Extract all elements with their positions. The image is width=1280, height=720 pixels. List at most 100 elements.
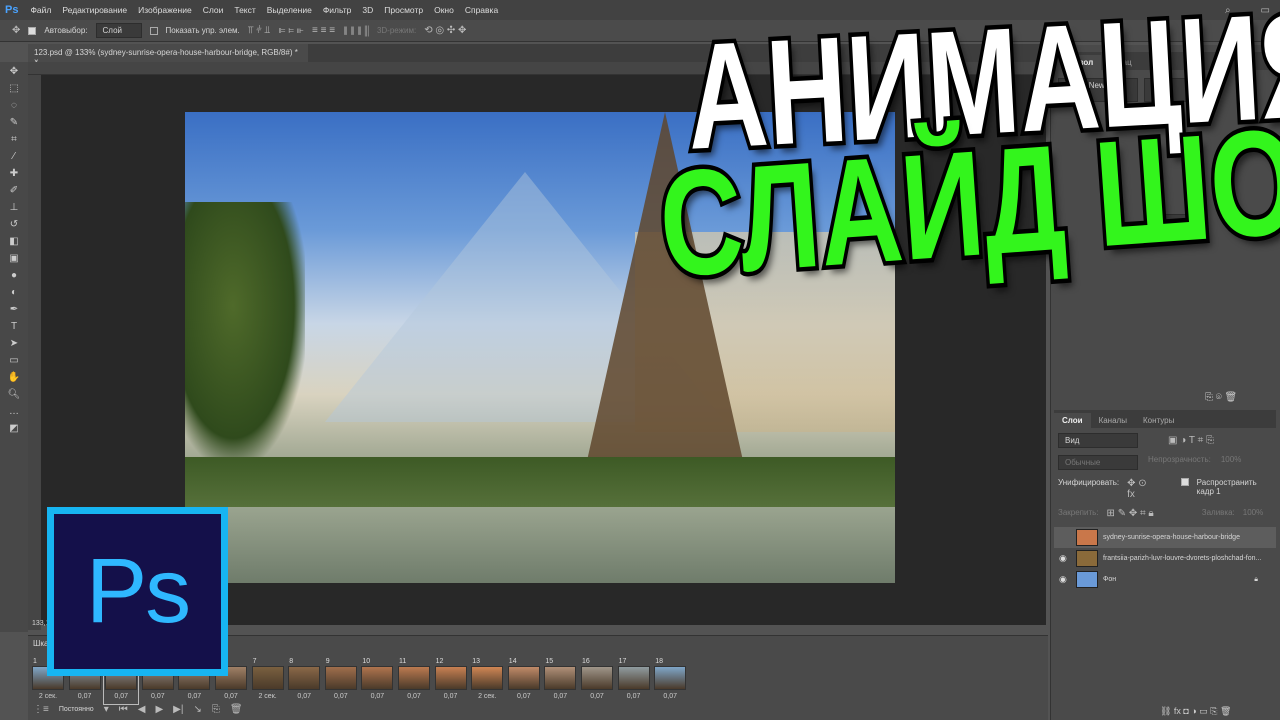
frame-delay[interactable]: 0,07 [324,693,358,700]
timeline-frame[interactable]: 9 0,07 [324,658,358,704]
path-select-icon[interactable]: ➤ [10,338,18,352]
lock-icons[interactable]: ⊞ ✎ ✥ ⌗ 🔒︎ [1107,508,1154,519]
stamp-tool-icon[interactable]: ⊥ [10,202,19,216]
marquee-tool-icon[interactable]: ⬚ [9,83,18,97]
dodge-icon[interactable]: ◐ [11,287,17,301]
frame-delay[interactable]: 0,07 [287,693,321,700]
eraser-icon[interactable]: ◧ [9,236,18,250]
timeline-frame[interactable]: 18 0,07 [653,658,687,704]
align-icons[interactable]: ⫪ ⫩ ⫫ ⊫ ⊨ ⊪ ≡ ≡ ≡ ⫴ ⫴ ⫴ ⫼ [248,25,369,36]
frame-delay[interactable]: 0,07 [580,693,614,700]
frame-delay[interactable]: 0,07 [214,693,248,700]
play-icon[interactable]: ▶ [155,704,163,715]
move-tool-icon[interactable]: ✥ [10,66,18,80]
more-tools-icon[interactable]: … [9,406,19,420]
menu-window[interactable]: Окно [434,5,454,15]
propagate-checkbox[interactable] [1181,478,1189,486]
loop-select[interactable]: Постоянно [59,706,94,713]
gradient-icon[interactable]: ▣ [9,253,18,267]
layer-filter-icons[interactable]: ▣ ◑ T ⌗ ⎘ [1168,435,1214,446]
eyedropper-icon[interactable]: ⁄ [13,151,15,165]
first-frame-icon[interactable]: ⏮ [119,704,128,715]
timeline-frame[interactable]: 10 0,07 [360,658,394,704]
frame-delay[interactable]: 0,07 [617,693,651,700]
layer-row[interactable]: ◉ Фон 🔒︎ [1054,569,1276,590]
fill-field[interactable]: 100% [1243,508,1263,519]
hand-tool-icon[interactable]: ✋ [8,372,20,386]
convert-timeline-icon[interactable]: ⋮≡ [33,704,49,715]
layer-row[interactable]: sydney-sunrise-opera-house-harbour-bridg… [1054,527,1276,548]
blur-icon[interactable]: ● [11,270,17,284]
autoselect-checkbox[interactable] [28,26,37,35]
ruler-vertical [28,75,41,630]
timeline-frame[interactable]: 11 0,07 [397,658,431,704]
shape-tool-icon[interactable]: ▭ [9,355,18,369]
history-buttons[interactable]: ⎘ ⌾ 🗑︎ [1205,392,1237,403]
crop-tool-icon[interactable]: ⌗ [11,134,17,148]
tab-channels[interactable]: Каналы [1091,413,1135,428]
tween-icon[interactable]: ↘ [193,704,201,715]
prev-frame-icon[interactable]: ◀ [138,704,146,715]
timeline-frame[interactable]: 15 0,07 [543,658,577,704]
menu-view[interactable]: Просмотр [384,5,423,15]
duplicate-frame-icon[interactable]: ⎘ [212,704,220,715]
layer-filter-select[interactable]: Вид [1058,433,1138,448]
frame-delay[interactable]: 0,07 [177,693,211,700]
type-tool-icon[interactable]: T [11,321,17,335]
frame-delay[interactable]: 0,07 [543,693,577,700]
document-tab[interactable]: 123.psd @ 133% (sydney-sunrise-opera-hou… [28,44,308,66]
layer-row[interactable]: ◉ frantsiia-parizh-luvr-louvre-dvorets-pl… [1054,548,1276,569]
opacity-field[interactable]: 100% [1221,455,1241,470]
frame-delay[interactable]: 2 сек. [470,693,504,700]
frame-delay[interactable]: 0,07 [397,693,431,700]
autoselect-dropdown[interactable]: Слой [95,23,142,38]
frame-delay[interactable]: 2 сек. [251,693,285,700]
menu-3d[interactable]: 3D [362,5,373,15]
tab-layers[interactable]: Слои [1054,413,1091,428]
menu-image[interactable]: Изображение [138,5,192,15]
menu-type[interactable]: Текст [234,5,255,15]
lasso-tool-icon[interactable]: ◌ [11,100,17,114]
frame-delay[interactable]: 0,07 [434,693,468,700]
zoom-tool-icon[interactable]: 🔍︎ [8,389,21,403]
unify-icons[interactable]: ✥ ⊙ fx [1127,478,1153,500]
history-brush-icon[interactable]: ↺ [10,219,18,233]
brush-tool-icon[interactable]: ✐ [10,185,18,199]
frame-delay[interactable]: 0,07 [68,693,102,700]
frame-delay[interactable]: 0,07 [360,693,394,700]
timeline-frame[interactable]: 17 0,07 [617,658,651,704]
frame-delay[interactable]: 0,07 [507,693,541,700]
quick-select-icon[interactable]: ✎ [10,117,18,131]
menu-help[interactable]: Справка [465,5,498,15]
timeline-frame[interactable]: 8 0,07 [287,658,321,704]
frame-delay[interactable]: 0,07 [141,693,175,700]
show-controls-checkbox[interactable] [149,26,158,35]
timeline-frame[interactable]: 16 0,07 [580,658,614,704]
timeline-frame[interactable]: 12 0,07 [434,658,468,704]
eye-icon[interactable]: ◉ [1059,574,1071,585]
move-tool-icon[interactable]: ✥ [12,25,20,36]
frame-number: 10 [362,658,371,665]
frame-number: 16 [582,658,590,665]
menu-file[interactable]: Файл [30,5,51,15]
blend-mode-select[interactable]: Обычные [1058,455,1138,470]
eye-icon[interactable]: ◉ [1059,553,1071,564]
timeline-frame[interactable]: 7 2 сек. [251,658,285,704]
delete-frame-icon[interactable]: 🗑︎ [230,704,243,715]
pen-tool-icon[interactable]: ✒ [10,304,18,318]
tab-paths[interactable]: Контуры [1135,413,1182,428]
timeline-frame[interactable]: 13 2 сек. [470,658,504,704]
layer-buttons[interactable]: ⛓ fx ◘ ◑ ▭ ⎘ 🗑︎ [1160,706,1231,717]
timeline-frame[interactable]: 14 0,07 [507,658,541,704]
menu-layers[interactable]: Слои [203,5,224,15]
menu-select[interactable]: Выделение [267,5,312,15]
frame-delay[interactable]: 0,07 [104,693,138,700]
menu-filter[interactable]: Фильтр [323,5,352,15]
frame-delay[interactable]: 2 сек. [31,693,65,700]
frame-delay[interactable]: 0,07 [653,693,687,700]
menu-edit[interactable]: Редактирование [62,5,127,15]
healing-brush-icon[interactable]: ✚ [10,168,18,182]
3d-tools-icons[interactable]: ⟲ ◎ ✣ ✥ [424,25,466,36]
next-frame-icon[interactable]: ▶| [173,704,183,715]
color-swatches-icon[interactable]: ◩ [9,423,18,437]
